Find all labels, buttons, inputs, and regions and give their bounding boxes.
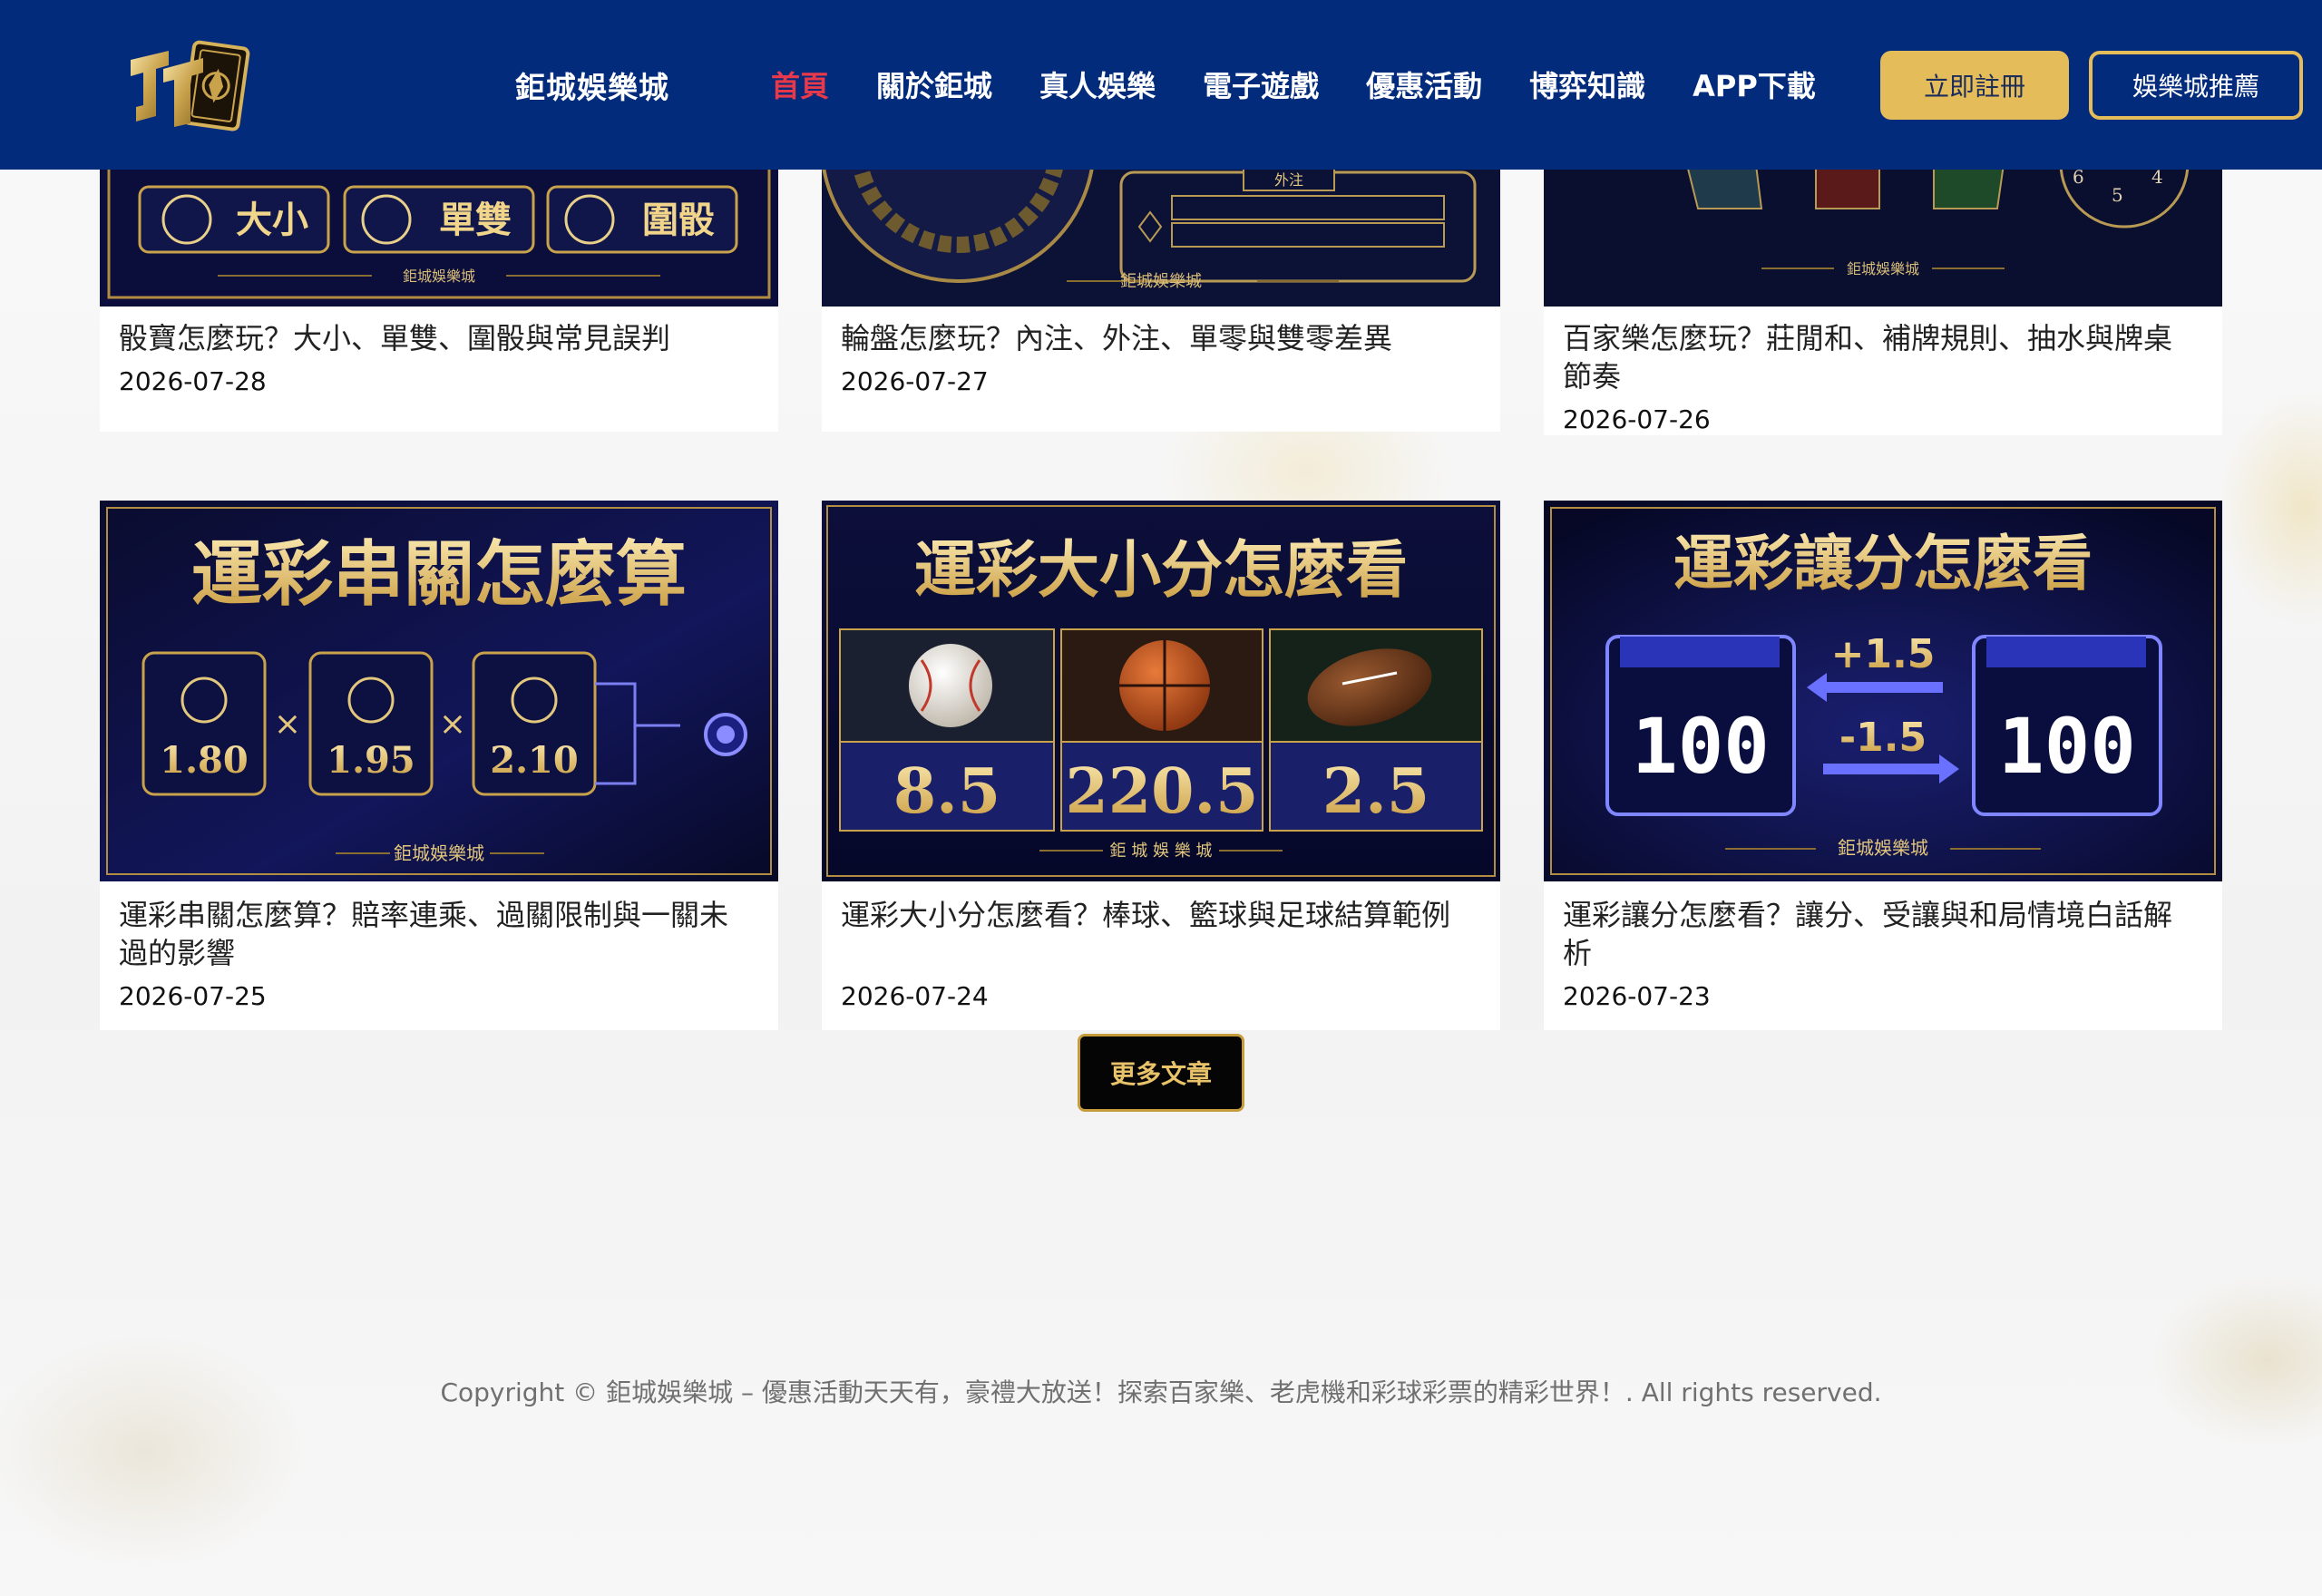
svg-text:×: × — [274, 706, 301, 743]
post-thumbnail[interactable]: 運彩讓分怎麼看 100 100 +1.5 -1.5 鉅城娛樂城 — [1544, 501, 2222, 881]
more-articles-button[interactable]: 更多文章 — [1078, 1034, 1244, 1112]
thumb-value: 220.5 — [1066, 755, 1259, 828]
post-title[interactable]: 輪盤怎麼玩？內注、外注、單零與雙零差異 — [841, 319, 1476, 357]
post-title[interactable]: 骰寶怎麼玩？大小、單雙、圍骰與常見誤判 — [119, 319, 754, 357]
thumb-heading: 運彩讓分怎麼看 — [1673, 528, 2093, 598]
thumb-label-big-small: 大小 — [236, 199, 308, 241]
register-button[interactable]: 立即註冊 — [1880, 51, 2069, 120]
nav-app-download[interactable]: APP下載 — [1693, 63, 1816, 105]
brand-name[interactable]: 鉅城娛樂城 — [515, 63, 669, 107]
svg-text:×: × — [439, 706, 466, 743]
post-title[interactable]: 百家樂怎麼玩？莊閒和、補牌規則、抽水與牌桌節奏 — [1563, 319, 2198, 395]
main-nav: 首頁 關於鉅城 真人娛樂 電子遊戲 優惠活動 博弈知識 APP下載 — [771, 63, 1863, 105]
thumb-label: 5 — [2112, 184, 2123, 206]
post-date: 2026-07-27 — [841, 366, 989, 396]
thumb-minus: -1.5 — [1839, 715, 1927, 761]
nav-knowledge[interactable]: 博弈知識 — [1529, 63, 1645, 105]
post-thumbnail[interactable]: 運彩串關怎麼算 × × 1.80 1.95 2.10 鉅城娛樂城 — [100, 501, 778, 881]
thumb-watermark: 鉅城娛樂城 — [394, 842, 484, 864]
thumb-value: 2.5 — [1322, 755, 1429, 828]
thumb-watermark: 鉅城娛樂城 — [403, 268, 475, 285]
thumb-odds: 1.95 — [327, 739, 415, 782]
thumb-score-left: 100 — [1632, 702, 1770, 791]
thumb-odds: 1.80 — [160, 739, 248, 782]
thumb-value: 8.5 — [893, 755, 1000, 828]
post-date: 2026-07-24 — [841, 981, 989, 1011]
post-title[interactable]: 運彩讓分怎麼看？讓分、受讓與和局情境白話解析 — [1563, 896, 2198, 972]
thumb-odds: 2.10 — [490, 739, 578, 782]
thumb-label-triple: 圍骰 — [642, 199, 715, 241]
post-thumbnail[interactable]: 運彩大小分怎麼看 8.5 220.5 2.5 鉅 城 娛 樂 城 — [822, 501, 1500, 881]
thumb-label-odd-even: 單雙 — [439, 199, 512, 241]
thumb-watermark: 鉅城娛樂城 — [1120, 272, 1202, 291]
nav-slots[interactable]: 電子遊戲 — [1203, 63, 1319, 105]
post-date: 2026-07-25 — [119, 981, 267, 1011]
thumb-score-right: 100 — [1998, 702, 2136, 791]
post-date: 2026-07-26 — [1563, 404, 1711, 434]
thumb-plus: +1.5 — [1831, 631, 1936, 677]
nav-about[interactable]: 關於鉅城 — [876, 63, 992, 105]
post-title[interactable]: 運彩大小分怎麼看？棒球、籃球與足球結算範例 — [841, 896, 1476, 934]
nav-live-casino[interactable]: 真人娛樂 — [1039, 63, 1156, 105]
post-title[interactable]: 運彩串關怎麼算？賠率連乘、過關限制與一關未過的影響 — [119, 896, 754, 972]
thumb-heading: 運彩大小分怎麼看 — [914, 534, 1408, 607]
post-date: 2026-07-23 — [1563, 981, 1711, 1011]
thumb-label-outside-bet: 外注 — [1274, 171, 1303, 189]
post-card[interactable]: 運彩讓分怎麼看 100 100 +1.5 -1.5 鉅城娛樂城 運彩讓分怎麼看？… — [1544, 501, 2222, 1030]
thumb-heading: 運彩串關怎麼算 — [191, 533, 687, 616]
footer-copyright: Copyright © 鉅城娛樂城 – 優惠活動天天有，豪禮大放送！探索百家樂、… — [440, 1377, 1882, 1407]
site-logo[interactable] — [123, 33, 258, 140]
casino-recommend-button[interactable]: 娛樂城推薦 — [2089, 51, 2303, 120]
nav-promotions[interactable]: 優惠活動 — [1366, 63, 1482, 105]
nav-home[interactable]: 首頁 — [771, 63, 829, 105]
thumb-watermark: 鉅城娛樂城 — [1838, 837, 1928, 859]
thumb-watermark: 鉅城娛樂城 — [1847, 260, 1919, 277]
site-header: 鉅城娛樂城 首頁 關於鉅城 真人娛樂 電子遊戲 優惠活動 博弈知識 APP下載 … — [0, 0, 2322, 170]
post-date: 2026-07-28 — [119, 366, 267, 396]
thumb-watermark: 鉅 城 娛 樂 城 — [1110, 842, 1213, 861]
post-card[interactable]: 運彩串關怎麼算 × × 1.80 1.95 2.10 鉅城娛樂城 運彩串關怎麼算… — [100, 501, 778, 1030]
post-card[interactable]: 運彩大小分怎麼看 8.5 220.5 2.5 鉅 城 娛 樂 城 運彩大小分怎麼… — [822, 501, 1500, 1030]
